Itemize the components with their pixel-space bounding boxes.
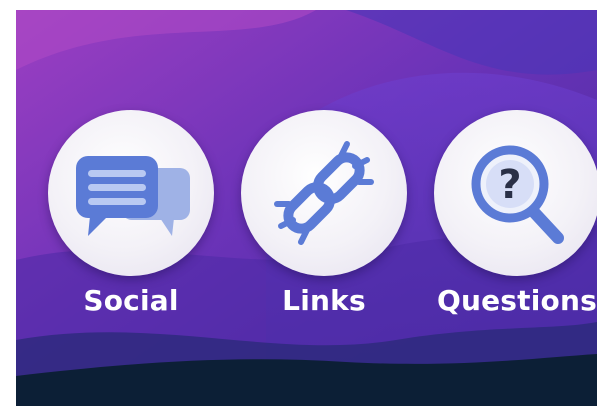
tile-label-questions: Questions	[436, 284, 597, 317]
links-circle[interactable]	[241, 110, 407, 276]
questions-circle[interactable]: ?	[434, 110, 597, 276]
tile-label-social: Social	[83, 284, 179, 317]
broken-chain-link-icon	[274, 141, 374, 245]
feature-banner: Social Links ? Questions	[16, 10, 597, 406]
magnifier-question-icon: ?	[471, 145, 564, 244]
social-circle[interactable]	[48, 110, 214, 276]
svg-text:?: ?	[498, 162, 521, 208]
chat-bubbles-icon	[76, 156, 190, 236]
tile-label-links: Links	[282, 284, 366, 317]
